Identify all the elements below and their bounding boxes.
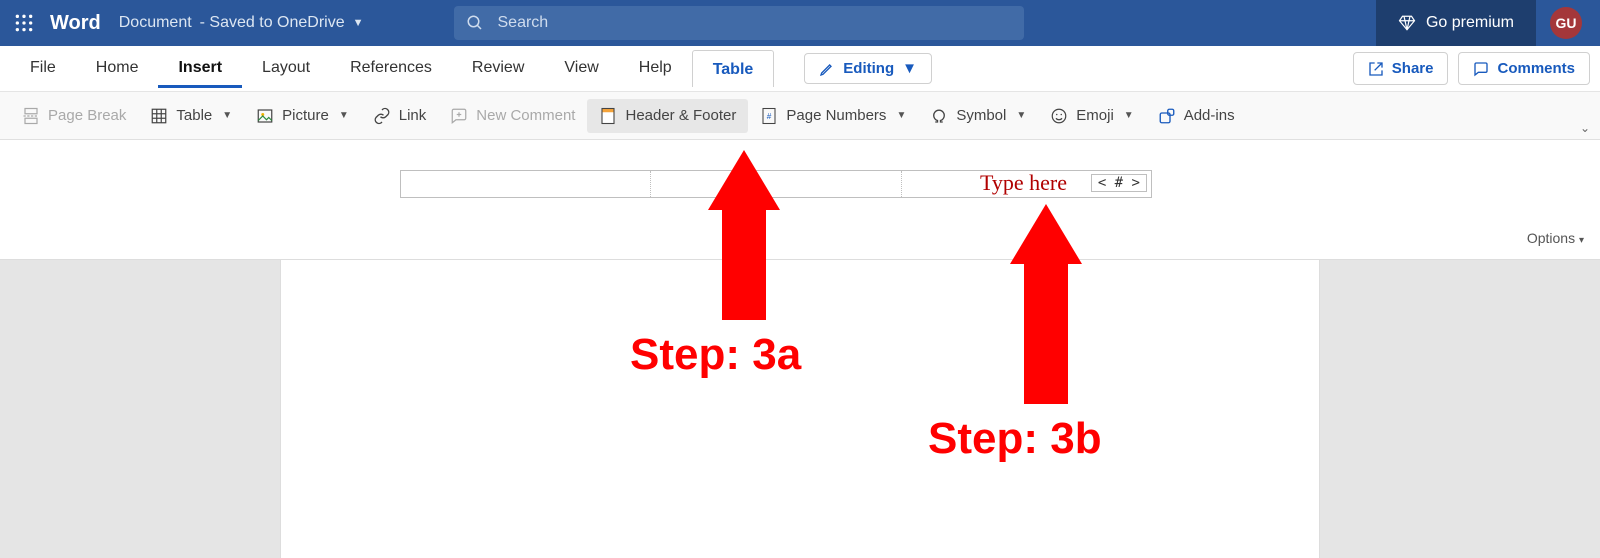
search-icon xyxy=(466,14,484,32)
addins-button[interactable]: Add-ins xyxy=(1146,99,1247,133)
chevron-down-icon: ▼ xyxy=(1124,110,1134,121)
picture-label: Picture xyxy=(282,107,329,124)
emoji-label: Emoji xyxy=(1076,107,1114,124)
comments-button[interactable]: Comments xyxy=(1458,52,1590,85)
header-footer-label: Header & Footer xyxy=(625,107,736,124)
tab-table-context[interactable]: Table xyxy=(692,50,775,87)
addins-icon xyxy=(1158,107,1176,125)
page-header-strip xyxy=(0,140,1600,260)
picture-icon xyxy=(256,107,274,125)
annotation-label-3b: Step: 3b xyxy=(928,414,1102,464)
comment-icon xyxy=(1473,61,1489,77)
chevron-down-icon: ▼ xyxy=(222,110,232,121)
collapse-ribbon-icon[interactable]: ⌄ xyxy=(1580,121,1590,135)
document-saved-status: - Saved to OneDrive xyxy=(200,14,345,32)
app-name: Word xyxy=(44,12,119,35)
emoji-dropdown[interactable]: Emoji ▼ xyxy=(1038,99,1145,133)
ribbon-tabs: File Home Insert Layout References Revie… xyxy=(0,46,1600,92)
app-launcher-icon[interactable] xyxy=(4,13,44,33)
share-icon xyxy=(1368,61,1384,77)
emoji-icon xyxy=(1050,107,1068,125)
go-premium-button[interactable]: Go premium xyxy=(1376,0,1536,46)
table-icon xyxy=(150,107,168,125)
comments-label: Comments xyxy=(1497,60,1575,77)
page-number-field[interactable]: < # > xyxy=(1091,174,1147,192)
tab-review[interactable]: Review xyxy=(452,49,544,88)
page-body[interactable] xyxy=(280,260,1320,558)
tab-layout[interactable]: Layout xyxy=(242,49,330,88)
symbol-icon xyxy=(930,107,948,125)
header-options-dropdown[interactable]: Options xyxy=(1527,230,1584,246)
editing-label: Editing xyxy=(843,60,894,77)
link-icon xyxy=(373,107,391,125)
insert-table-dropdown[interactable]: Table ▼ xyxy=(138,99,244,133)
type-here-annotation: Type here xyxy=(980,170,1067,196)
header-footer-icon xyxy=(599,107,617,125)
search-placeholder: Search xyxy=(498,14,549,32)
tab-references[interactable]: References xyxy=(330,49,452,88)
options-label: Options xyxy=(1527,230,1575,246)
annotation-arrow-3b xyxy=(1010,204,1082,404)
header-cell-left[interactable] xyxy=(401,171,651,197)
insert-link-button[interactable]: Link xyxy=(361,99,439,133)
insert-picture-dropdown[interactable]: Picture ▼ xyxy=(244,99,361,133)
addins-label: Add-ins xyxy=(1184,107,1235,124)
page-numbers-dropdown[interactable]: # Page Numbers ▼ xyxy=(748,99,918,133)
chevron-down-icon: ▼ xyxy=(339,110,349,121)
search-input[interactable]: Search xyxy=(454,6,1024,40)
diamond-icon xyxy=(1398,14,1416,32)
title-bar: Word Document - Saved to OneDrive ▼ Sear… xyxy=(0,0,1600,46)
page-numbers-label: Page Numbers xyxy=(786,107,886,124)
avatar-initials: GU xyxy=(1556,15,1577,31)
chevron-down-icon: ▼ xyxy=(896,110,906,121)
tab-help[interactable]: Help xyxy=(619,49,692,88)
header-footer-button[interactable]: Header & Footer xyxy=(587,99,748,133)
table-label: Table xyxy=(176,107,212,124)
page-numbers-icon: # xyxy=(760,107,778,125)
ribbon-commands: Page Break Table ▼ Picture ▼ Link New Co… xyxy=(0,92,1600,140)
pencil-icon xyxy=(819,61,835,77)
new-comment-label: New Comment xyxy=(476,107,575,124)
tab-home[interactable]: Home xyxy=(76,49,159,88)
annotation-arrow-3a xyxy=(708,150,780,320)
symbol-dropdown[interactable]: Symbol ▼ xyxy=(918,99,1038,133)
chevron-down-icon: ▼ xyxy=(902,60,917,77)
tab-file[interactable]: File xyxy=(10,49,76,88)
editing-mode-dropdown[interactable]: Editing ▼ xyxy=(804,53,932,84)
user-avatar[interactable]: GU xyxy=(1550,7,1582,39)
document-area: < # > Type here Options Step: 3a Step: 3… xyxy=(0,140,1600,558)
chevron-down-icon: ▼ xyxy=(353,17,364,29)
go-premium-label: Go premium xyxy=(1426,14,1514,32)
new-comment-icon xyxy=(450,107,468,125)
document-title-dropdown[interactable]: Document - Saved to OneDrive ▼ xyxy=(119,14,364,32)
document-name: Document xyxy=(119,14,192,32)
page-break-label: Page Break xyxy=(48,107,126,124)
share-label: Share xyxy=(1392,60,1434,77)
new-comment-button[interactable]: New Comment xyxy=(438,99,587,133)
link-label: Link xyxy=(399,107,427,124)
annotation-label-3a: Step: 3a xyxy=(630,330,801,380)
svg-text:#: # xyxy=(767,112,772,121)
share-button[interactable]: Share xyxy=(1353,52,1449,85)
page-break-button[interactable]: Page Break xyxy=(10,99,138,133)
page-break-icon xyxy=(22,107,40,125)
chevron-down-icon: ▼ xyxy=(1016,110,1026,121)
tab-insert[interactable]: Insert xyxy=(158,49,242,88)
symbol-label: Symbol xyxy=(956,107,1006,124)
tab-view[interactable]: View xyxy=(544,49,618,88)
